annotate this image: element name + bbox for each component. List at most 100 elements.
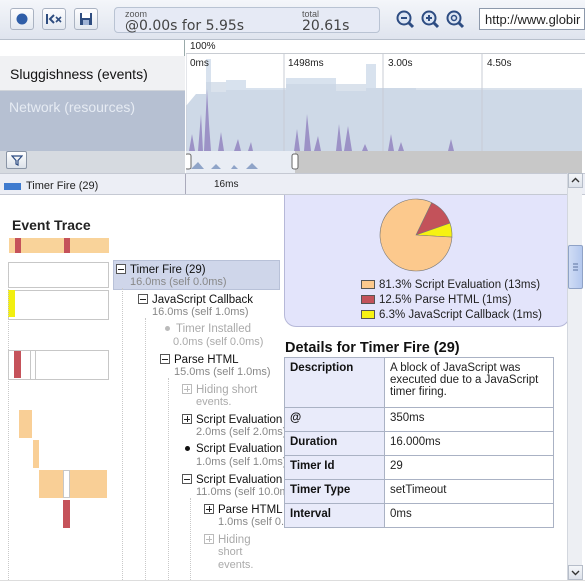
chevron-up-icon — [571, 177, 580, 183]
trace-bar-frame — [8, 350, 109, 380]
trace-bar-frame — [63, 470, 70, 498]
collapse-icon[interactable] — [182, 474, 192, 484]
selected-event-row[interactable]: Timer Fire (29) 16ms — [0, 173, 585, 195]
details-row: Timer Id 29 — [284, 455, 554, 480]
legend-label: 6.3% JavaScript Callback (1ms) — [379, 309, 542, 321]
range-handle-right — [291, 153, 299, 170]
selected-event-time: 16ms — [214, 179, 239, 190]
details-key: Interval — [284, 503, 385, 528]
parse-html-mark — [15, 238, 21, 253]
details-value: 350ms — [384, 407, 554, 432]
node-name: Parse HTML — [218, 504, 283, 516]
total-value: 20.61s — [302, 18, 350, 34]
script-eval-bar — [19, 410, 32, 438]
breakdown-pie-chart — [379, 198, 453, 272]
zoom-in-button[interactable] — [419, 8, 441, 30]
collapse-icon[interactable] — [160, 354, 170, 364]
tree-node-script-eval[interactable]: Script Evaluation 1.0ms (self 1.0ms) — [183, 443, 286, 468]
scroll-down-button[interactable] — [568, 565, 583, 580]
node-name: Parse HTML — [174, 354, 239, 366]
parse-html-mark — [64, 238, 70, 253]
network-label: Network (resources) — [0, 91, 185, 151]
grip-icon — [573, 263, 578, 271]
expand-icon[interactable] — [182, 384, 192, 394]
leaf-dot-icon — [165, 326, 170, 331]
tree-node-script-eval[interactable]: Script Evaluation 2.0ms (self 2.0ms) — [182, 413, 286, 438]
details-key: Description — [284, 357, 385, 408]
details-key: Timer Type — [284, 479, 385, 504]
tree-node-timer-installed[interactable]: Timer Installed 0.0ms (self 0.0ms) — [163, 323, 263, 348]
details-value: 16.000ms — [384, 431, 554, 456]
event-trace-title: Event Trace — [12, 217, 91, 233]
record-button[interactable] — [10, 8, 34, 30]
save-icon — [80, 13, 92, 25]
script-eval-bar — [33, 440, 39, 468]
selected-event-label: Timer Fire (29) — [26, 180, 99, 192]
trace-bar-frame — [8, 262, 109, 288]
node-name: Timer Installed — [176, 323, 251, 335]
node-name: Script Evaluation — [196, 474, 283, 486]
tree-node-timer-fire[interactable]: Timer Fire (29) 16.0ms (self 0.0ms) — [116, 263, 227, 288]
zoom-fit-icon — [446, 10, 465, 29]
legend-item: 6.3% JavaScript Callback (1ms) — [361, 309, 542, 321]
details-row: Timer Type setTimeout — [284, 479, 554, 504]
chevron-down-icon — [571, 570, 580, 576]
tree-node-js-callback[interactable]: JavaScript Callback 16.0ms (self 1.0ms) — [138, 293, 253, 318]
tree-node-hiding-short[interactable]: Hiding short events. — [204, 533, 253, 571]
details-key: Timer Id — [284, 455, 385, 480]
collapse-icon[interactable] — [138, 294, 148, 304]
network-area-dark — [186, 82, 582, 151]
overview-timeline[interactable] — [186, 54, 582, 173]
tree-node-script-eval[interactable]: Script Evaluation 11.0ms (self 10.0ms) — [182, 473, 298, 498]
sluggishness-label: Sluggishness (events) — [0, 56, 185, 91]
leaf-dot-icon — [185, 446, 190, 451]
status-strip — [0, 580, 585, 588]
tree-guide — [168, 378, 169, 580]
node-name: Script Evaluation — [196, 414, 283, 426]
vertical-scrollbar[interactable] — [567, 173, 583, 582]
expand-icon[interactable] — [182, 414, 192, 424]
node-name-continued: short — [218, 546, 243, 558]
zoom-fit-button[interactable] — [444, 8, 466, 30]
filter-button[interactable] — [6, 151, 27, 169]
details-table: Description A block of JavaScript was ex… — [284, 357, 554, 528]
scroll-up-button[interactable] — [568, 173, 583, 188]
tree-guide — [122, 288, 123, 580]
details-row: Duration 16.000ms — [284, 431, 554, 456]
tick-label: 3.00s — [388, 58, 413, 69]
zoom-percent: 100% — [190, 41, 216, 52]
legend-swatch — [361, 280, 375, 289]
tree-guide — [145, 318, 146, 580]
row-divider — [185, 174, 186, 194]
range-handle-left — [186, 153, 192, 170]
tree-node-hiding-short[interactable]: Hiding short events. — [182, 383, 257, 408]
save-button[interactable] — [74, 8, 98, 30]
zoom-value: @0.00s for 5.95s — [125, 18, 245, 34]
zoom-out-icon — [396, 10, 415, 29]
overview-panel: Sluggishness (events) Network (resources… — [0, 40, 585, 173]
node-time: 0.0ms (self 0.0ms) — [173, 336, 264, 348]
zoom-out-button[interactable] — [394, 8, 416, 30]
tick-label: 0ms — [190, 58, 209, 69]
url-field[interactable]: http://www.globir — [479, 8, 585, 30]
scroll-thumb[interactable] — [568, 245, 583, 289]
track-labels: Sluggishness (events) Network (resources… — [0, 40, 185, 173]
expand-icon[interactable] — [204, 534, 214, 544]
node-name: Hiding — [218, 534, 251, 546]
trace-overview-bar — [9, 238, 109, 253]
zoom-panel: zoom @0.00s for 5.95s total 20.61s — [114, 7, 380, 34]
tree-node-parse-html[interactable]: Parse HTML 1.0ms (self 0.0ms) — [204, 503, 308, 528]
timer-color-swatch — [4, 183, 21, 190]
collapse-icon[interactable] — [116, 264, 126, 274]
tree-node-parse-html[interactable]: Parse HTML 15.0ms (self 1.0ms) — [160, 353, 271, 378]
legend-item: 12.5% Parse HTML (1ms) — [361, 294, 512, 306]
node-name-continued: events. — [218, 559, 254, 571]
clear-button[interactable] — [42, 8, 66, 30]
node-time: 11.0ms (self 10.0ms) — [196, 486, 298, 498]
legend-swatch — [361, 295, 375, 304]
legend-label: 12.5% Parse HTML (1ms) — [379, 294, 512, 306]
track-labels-footer — [0, 151, 185, 173]
details-value: 0ms — [384, 503, 554, 528]
toolbar: zoom @0.00s for 5.95s total 20.61s http:… — [0, 0, 585, 40]
expand-icon[interactable] — [204, 504, 214, 514]
